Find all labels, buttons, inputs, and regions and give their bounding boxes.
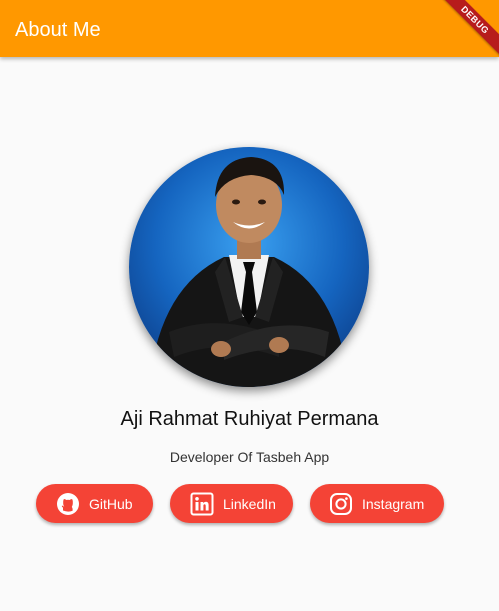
page-title: About Me [15, 19, 101, 41]
profile-avatar [129, 147, 369, 387]
github-button[interactable]: GitHub [36, 484, 153, 523]
instagram-button-label: Instagram [362, 495, 425, 512]
debug-banner: DEBUG [429, 0, 499, 70]
profile-name: Aji Rahmat Ruhiyat Permana [120, 408, 379, 430]
profile-role: Developer Of Tasbeh App [169, 449, 330, 465]
github-button-label: GitHub [89, 495, 133, 512]
linkedin-icon [190, 492, 214, 516]
instagram-icon [329, 492, 353, 516]
instagram-button[interactable]: Instagram [310, 484, 444, 523]
linkedin-button-label: LinkedIn [223, 495, 276, 512]
github-icon [56, 492, 80, 516]
linkedin-button[interactable]: LinkedIn [170, 484, 293, 523]
debug-banner-label: DEBUG [434, 0, 499, 61]
app-bar: About Me [0, 0, 499, 57]
